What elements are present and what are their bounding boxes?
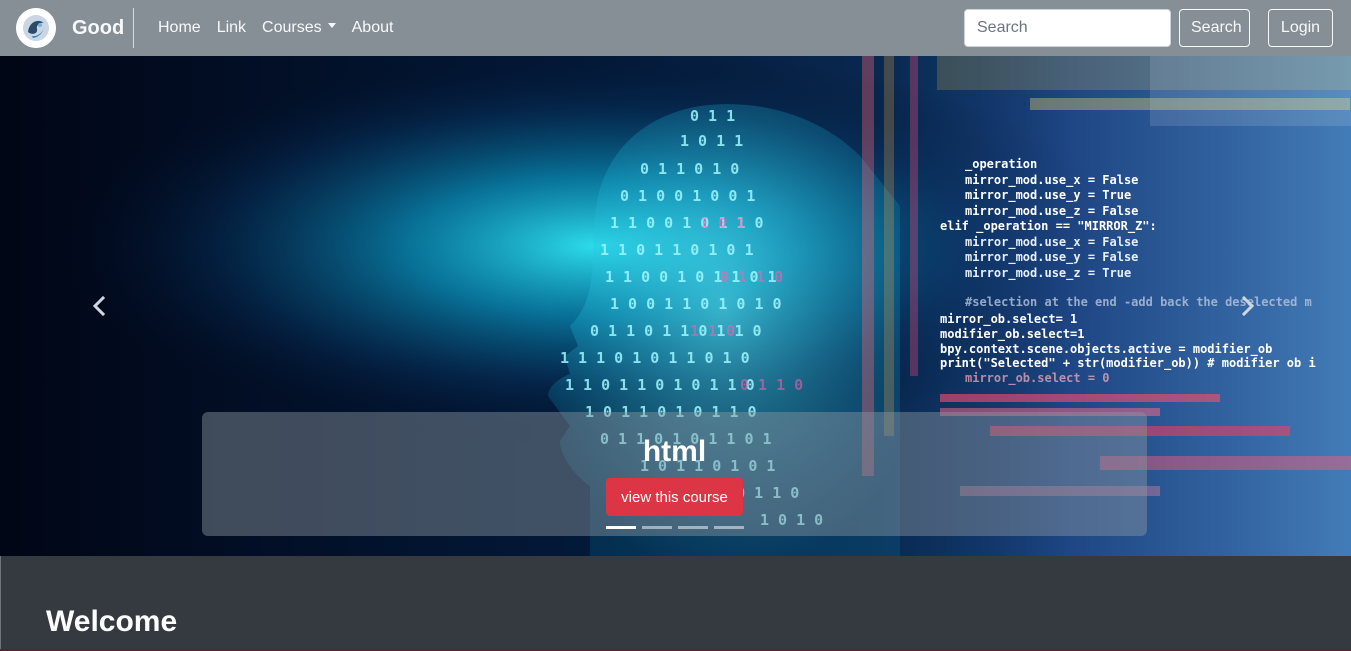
svg-text:1 0 1: 1 0 1 — [700, 214, 745, 232]
carousel-caption: html view this course — [202, 412, 1147, 536]
welcome-heading: Welcome — [46, 605, 178, 638]
carousel-indicator-1[interactable] — [606, 526, 636, 529]
carousel-indicators — [606, 526, 744, 530]
svg-text:1 0 1 1: 1 0 1 1 — [680, 132, 743, 150]
nav-link-about[interactable]: About — [344, 0, 402, 56]
svg-text:0 1 1 0 1 0: 0 1 1 0 1 0 — [640, 160, 739, 178]
svg-text:bpy.context.scene.objects.acti: bpy.context.scene.objects.active = modif… — [940, 342, 1272, 357]
carousel-indicator-4[interactable] — [714, 526, 744, 529]
svg-text:_operation: _operation — [965, 157, 1037, 172]
hero-carousel: 0 1 1 1 0 1 1 0 1 1 0 1 0 0 1 0 0 1 0 0 … — [0, 56, 1351, 556]
brand-name[interactable]: Good — [72, 15, 124, 41]
nav-dropdown-courses[interactable]: Courses — [254, 0, 344, 56]
svg-text:0 1 0 0 1 0 0 1: 0 1 0 0 1 0 0 1 — [620, 187, 755, 205]
caret-down-icon — [327, 23, 336, 29]
svg-text:1 1 1 0 1 0 1 1 0 1 0: 1 1 1 0 1 0 1 1 0 1 0 — [560, 349, 750, 367]
svg-text:mirror_ob.select= 1: mirror_ob.select= 1 — [940, 312, 1077, 327]
carousel-prev-control[interactable] — [80, 282, 120, 330]
svg-text:mirror_ob.select = 0: mirror_ob.select = 0 — [965, 371, 1110, 386]
welcome-section: Welcome — [0, 556, 1351, 651]
svg-text:mirror_mod.use_z = False: mirror_mod.use_z = False — [965, 204, 1138, 219]
svg-text:0 1 1: 0 1 1 — [690, 107, 735, 125]
svg-text:mirror_mod.use_y = True: mirror_mod.use_y = True — [965, 188, 1131, 203]
svg-text:1 1 0: 1 1 0 — [690, 322, 735, 340]
svg-text:print("Selected" + str(modifie: print("Selected" + str(modifier_ob)) # m… — [940, 356, 1316, 371]
view-course-button[interactable]: view this course — [606, 478, 743, 516]
login-button[interactable]: Login — [1268, 9, 1333, 47]
nav-dropdown-courses-label: Courses — [262, 19, 322, 36]
brand-logo[interactable] — [16, 8, 56, 48]
slide-title: html — [642, 435, 707, 468]
navbar: Good Home Link Courses About Search Logi… — [0, 0, 1351, 56]
svg-text:0 1 1 0: 0 1 1 0 — [740, 376, 803, 394]
carousel-next-control[interactable] — [1227, 282, 1267, 330]
chevron-right-icon — [1241, 296, 1255, 316]
chevron-left-icon — [92, 296, 106, 316]
svg-text:1 1 0 1 1 0 1 0 1: 1 1 0 1 1 0 1 0 1 — [600, 241, 754, 259]
search-button[interactable]: Search — [1179, 9, 1250, 47]
carousel-indicator-3[interactable] — [678, 526, 708, 529]
search-input[interactable] — [964, 9, 1171, 47]
nav-link-home[interactable]: Home — [150, 0, 209, 56]
logo-icon — [16, 8, 56, 48]
svg-text:mirror_mod.use_y = False: mirror_mod.use_y = False — [965, 250, 1138, 265]
svg-text:mirror_mod.use_z = True: mirror_mod.use_z = True — [965, 266, 1131, 281]
brand-divider — [133, 8, 134, 48]
nav-link-link[interactable]: Link — [209, 0, 254, 56]
nav-links: Home Link Courses About — [150, 0, 401, 56]
carousel-indicator-2[interactable] — [642, 526, 672, 529]
svg-text:0 1 1 0 1 1 0 1 1 0: 0 1 1 0 1 1 0 1 1 0 — [590, 322, 762, 340]
svg-text:1 1 0 1 1 0 1 0 1 1 0: 1 1 0 1 1 0 1 0 1 1 0 — [565, 376, 755, 394]
svg-text:elif _operation == "MIRROR_Z":: elif _operation == "MIRROR_Z": — [940, 219, 1157, 234]
svg-text:mirror_mod.use_x = False: mirror_mod.use_x = False — [965, 235, 1138, 250]
svg-text:mirror_mod.use_x = False: mirror_mod.use_x = False — [965, 173, 1138, 188]
svg-text:modifier_ob.select=1: modifier_ob.select=1 — [940, 327, 1085, 342]
svg-text:0 1 1 0: 0 1 1 0 — [720, 268, 783, 286]
svg-text:1 0 0 1 1 0 1 0 1 0: 1 0 0 1 1 0 1 0 1 0 — [610, 295, 782, 313]
